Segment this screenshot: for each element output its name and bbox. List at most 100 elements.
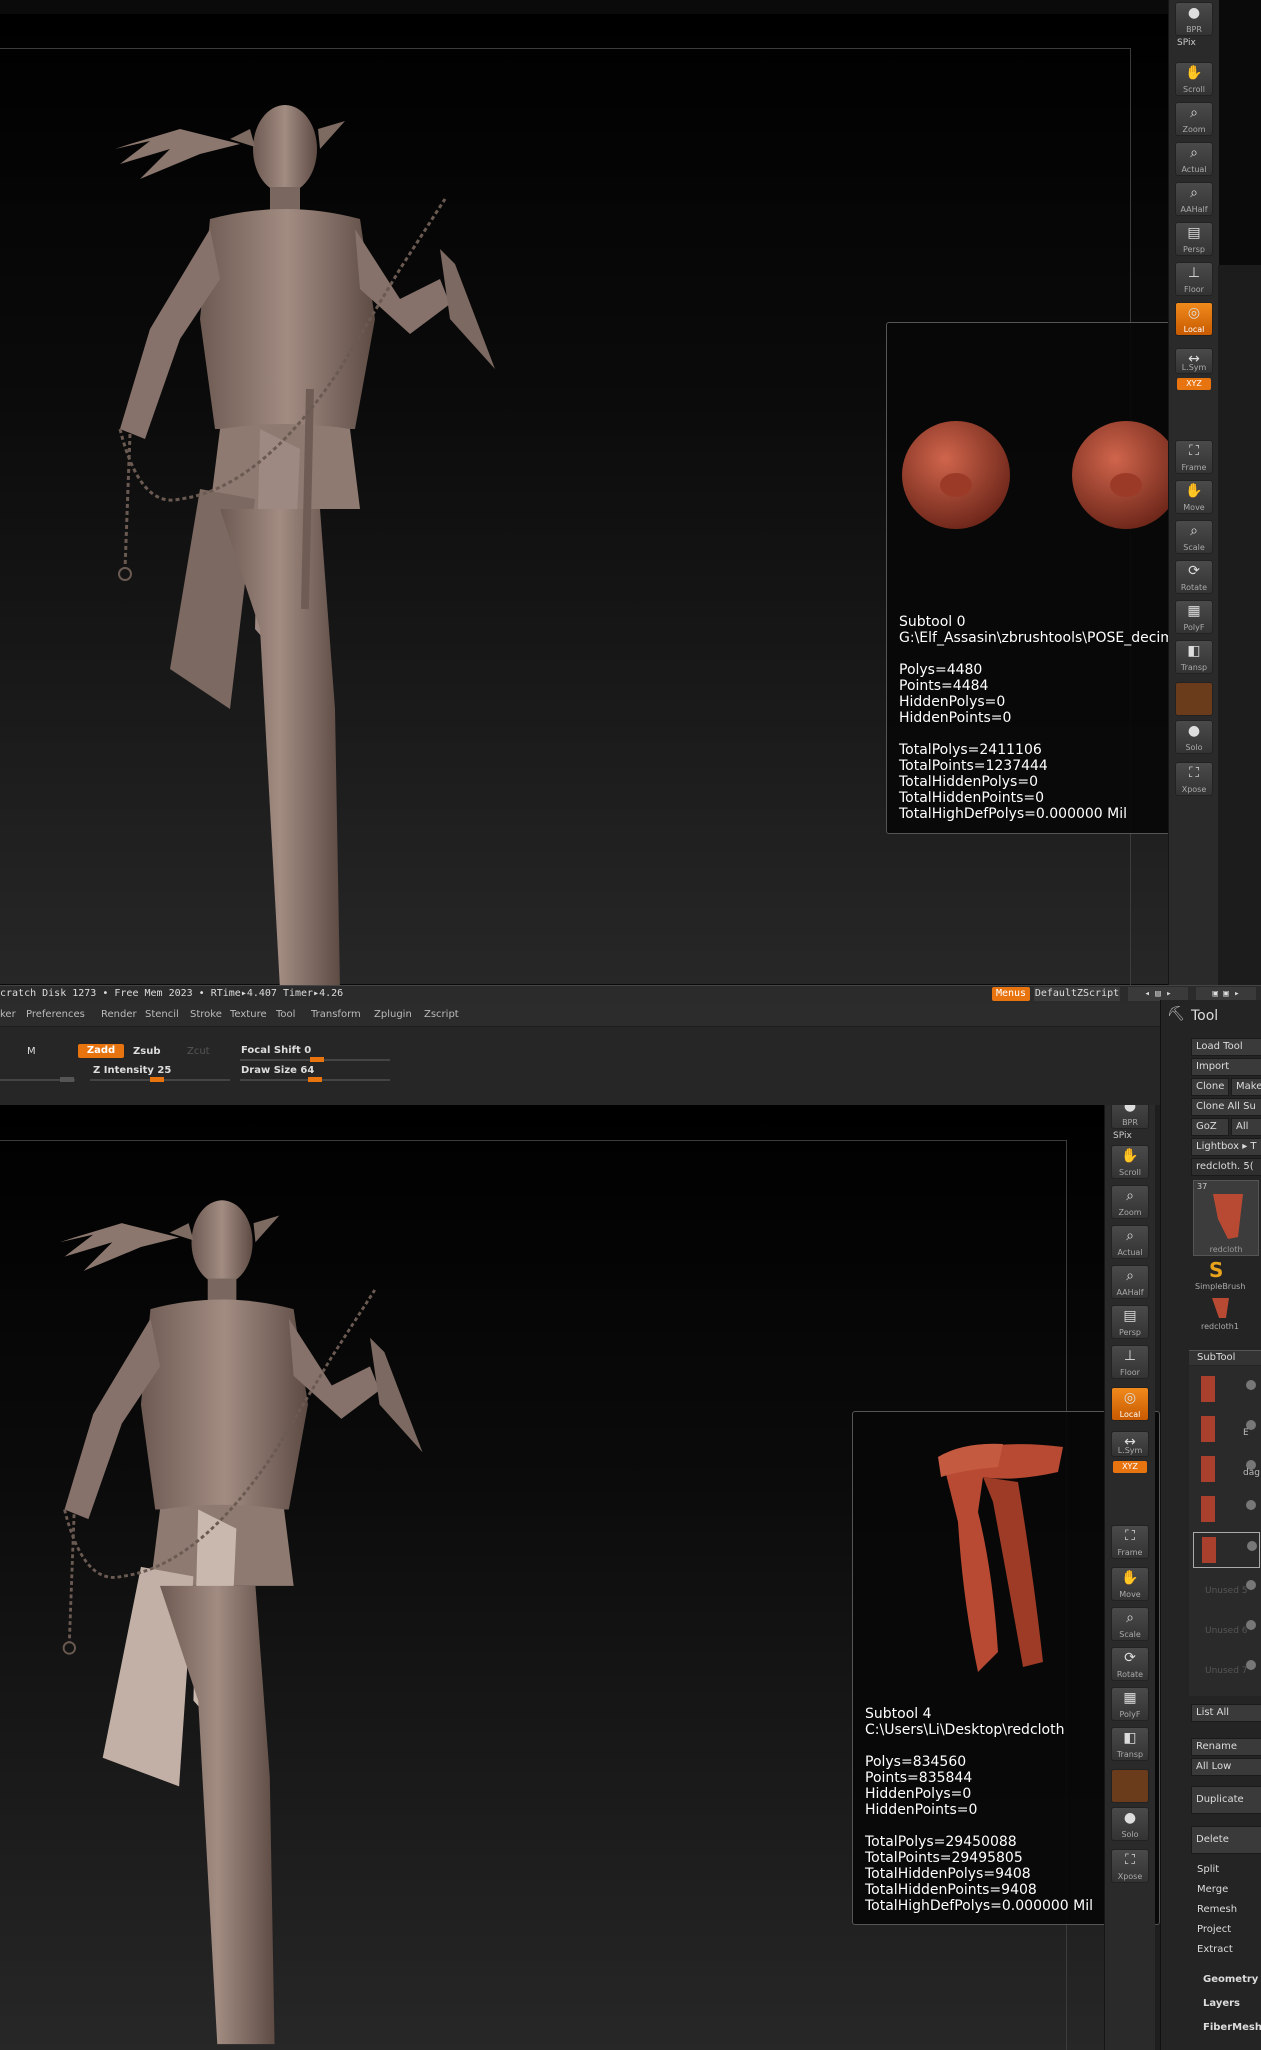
persp-button[interactable]: ▤ Persp: [1175, 222, 1213, 256]
zoom-button[interactable]: ⌕ Zoom: [1111, 1185, 1149, 1219]
subtool-visibility-toggle[interactable]: [1247, 1541, 1257, 1551]
transp-button[interactable]: ◧ Transp: [1111, 1727, 1149, 1761]
window-icon[interactable]: ▣ ▣ ▸: [1196, 987, 1256, 1001]
extract-section[interactable]: Extract: [1197, 1944, 1233, 1955]
duplicate-button[interactable]: Duplicate: [1191, 1786, 1261, 1814]
menus-button[interactable]: Menus: [992, 987, 1030, 1001]
zoom-button[interactable]: ⌕ Zoom: [1175, 102, 1213, 136]
layers-section[interactable]: Layers: [1203, 1998, 1240, 2009]
aahalf-button[interactable]: ⌕ AAHalf: [1111, 1265, 1149, 1299]
zcut-button[interactable]: Zcut: [187, 1046, 210, 1057]
focal-shift-slider[interactable]: Focal Shift 0: [241, 1045, 311, 1056]
transp-button[interactable]: ◧ Transp: [1175, 640, 1213, 674]
elf-sculpt-model-bottom[interactable]: [55, 1165, 475, 2045]
menu-item-zscript[interactable]: Zscript: [424, 1009, 459, 1020]
subtool-visibility-toggle[interactable]: [1246, 1380, 1256, 1390]
menu-item-stencil[interactable]: Stencil: [145, 1009, 179, 1020]
goz-all-button[interactable]: All: [1231, 1118, 1261, 1136]
list-all-button[interactable]: List All: [1191, 1704, 1261, 1722]
polyf-button[interactable]: ▦ PolyF: [1175, 600, 1213, 634]
local-button[interactable]: ◎ Local: [1175, 302, 1213, 336]
subtool-section-header[interactable]: SubTool: [1189, 1350, 1261, 1365]
rename-button[interactable]: Rename: [1191, 1738, 1261, 1756]
actual-button[interactable]: ⌕ Actual: [1175, 142, 1213, 176]
rgb-intensity-track[interactable]: [0, 1077, 75, 1082]
spix-slider[interactable]: SPix: [1113, 1131, 1132, 1141]
remesh-section[interactable]: Remesh: [1197, 1904, 1237, 1915]
move-button[interactable]: ✋ Move: [1111, 1567, 1149, 1601]
delete-button[interactable]: Delete: [1191, 1826, 1261, 1854]
geometry-section[interactable]: Geometry: [1203, 1974, 1258, 1985]
default-zscript-button[interactable]: DefaultZScript: [1034, 987, 1120, 1001]
solo-button[interactable]: ● Solo: [1111, 1807, 1149, 1841]
menu-item-tool[interactable]: Tool: [276, 1009, 295, 1020]
simplebrush-icon[interactable]: S: [1209, 1258, 1223, 1282]
subtool-row[interactable]: [1193, 1372, 1258, 1406]
elf-sculpt-model[interactable]: [110, 69, 550, 985]
menu-item-ker[interactable]: ker: [0, 1009, 16, 1020]
subtool-row[interactable]: [1193, 1532, 1260, 1568]
tool-palette-icon[interactable]: ⛏: [1167, 1006, 1185, 1022]
menu-item-zplugin[interactable]: Zplugin: [374, 1009, 412, 1020]
xyz-rotation-button[interactable]: XYZ: [1113, 1461, 1147, 1473]
m-button[interactable]: M: [27, 1046, 36, 1057]
draw-size-track[interactable]: [240, 1077, 390, 1082]
draw-polyframe-swatch[interactable]: [1111, 1769, 1149, 1803]
project-section[interactable]: Project: [1197, 1924, 1231, 1935]
xyz-rotation-button[interactable]: XYZ: [1177, 378, 1211, 390]
local-button[interactable]: ◎ Local: [1111, 1387, 1149, 1421]
focal-shift-track[interactable]: [240, 1057, 390, 1062]
polyf-button[interactable]: ▦ PolyF: [1111, 1687, 1149, 1721]
all-low-button[interactable]: All Low: [1191, 1758, 1261, 1776]
spix-slider[interactable]: SPix: [1177, 38, 1196, 48]
draw-size-slider[interactable]: Draw Size 64: [241, 1065, 314, 1076]
fibermesh-section[interactable]: FiberMesh: [1203, 2022, 1261, 2033]
z-intensity-knob[interactable]: [150, 1077, 164, 1082]
frame-button[interactable]: ⛶ Frame: [1111, 1525, 1149, 1559]
scale-button[interactable]: ⌕ Scale: [1111, 1607, 1149, 1641]
draw-size-knob[interactable]: [308, 1077, 322, 1082]
xpose-button[interactable]: ⛶ Xpose: [1111, 1849, 1149, 1883]
rotate-button[interactable]: ⟳ Rotate: [1175, 560, 1213, 594]
layout-icon[interactable]: ◂ ▤ ▸: [1128, 987, 1188, 1001]
menu-item-transform[interactable]: Transform: [311, 1009, 361, 1020]
rotate-button[interactable]: ⟳ Rotate: [1111, 1647, 1149, 1681]
current-tool-name[interactable]: redcloth. 5(: [1191, 1158, 1261, 1176]
subtool-list[interactable]: Edag Unused 5 Unused 6 Unused 7: [1189, 1366, 1261, 1696]
merge-section[interactable]: Merge: [1197, 1884, 1228, 1895]
rgb-intensity-knob[interactable]: [60, 1077, 74, 1082]
lsym-button[interactable]: ↔ L.Sym: [1175, 348, 1213, 374]
goz-button[interactable]: GoZ: [1191, 1118, 1229, 1136]
subtool-row[interactable]: [1193, 1492, 1258, 1526]
scroll-button[interactable]: ✋ Scroll: [1111, 1145, 1149, 1179]
lsym-button[interactable]: ↔ L.Sym: [1111, 1431, 1149, 1457]
bpr-button[interactable]: ● BPR: [1111, 1105, 1149, 1129]
menu-item-texture[interactable]: Texture: [230, 1009, 267, 1020]
split-section[interactable]: Split: [1197, 1864, 1219, 1875]
bpr-button[interactable]: ● BPR: [1175, 2, 1213, 36]
tool-thumbnail-redcloth[interactable]: 37 redcloth: [1193, 1180, 1259, 1256]
focal-shift-knob[interactable]: [310, 1057, 324, 1062]
z-intensity-track[interactable]: [90, 1077, 230, 1082]
clone-button[interactable]: Clone: [1191, 1078, 1229, 1096]
import-button[interactable]: Import: [1191, 1058, 1261, 1076]
subtool-visibility-toggle[interactable]: [1246, 1500, 1256, 1510]
zadd-button[interactable]: Zadd: [78, 1044, 124, 1058]
menu-item-render[interactable]: Render: [101, 1009, 137, 1020]
floor-button[interactable]: ⊥ Floor: [1111, 1345, 1149, 1379]
right-scrollbar[interactable]: [1218, 265, 1261, 985]
make-button[interactable]: Make: [1231, 1078, 1261, 1096]
redcloth1-thumbnail-icon[interactable]: [1209, 1296, 1233, 1320]
scroll-button[interactable]: ✋ Scroll: [1175, 62, 1213, 96]
scale-button[interactable]: ⌕ Scale: [1175, 520, 1213, 554]
xpose-button[interactable]: ⛶ Xpose: [1175, 762, 1213, 796]
floor-button[interactable]: ⊥ Floor: [1175, 262, 1213, 296]
zsub-button[interactable]: Zsub: [133, 1046, 160, 1057]
z-intensity-slider[interactable]: Z Intensity 25: [93, 1065, 171, 1076]
draw-polyframe-swatch[interactable]: [1175, 682, 1213, 716]
persp-button[interactable]: ▤ Persp: [1111, 1305, 1149, 1339]
aahalf-button[interactable]: ⌕ AAHalf: [1175, 182, 1213, 216]
menu-item-preferences[interactable]: Preferences: [26, 1009, 85, 1020]
frame-button[interactable]: ⛶ Frame: [1175, 440, 1213, 474]
menu-item-stroke[interactable]: Stroke: [190, 1009, 222, 1020]
